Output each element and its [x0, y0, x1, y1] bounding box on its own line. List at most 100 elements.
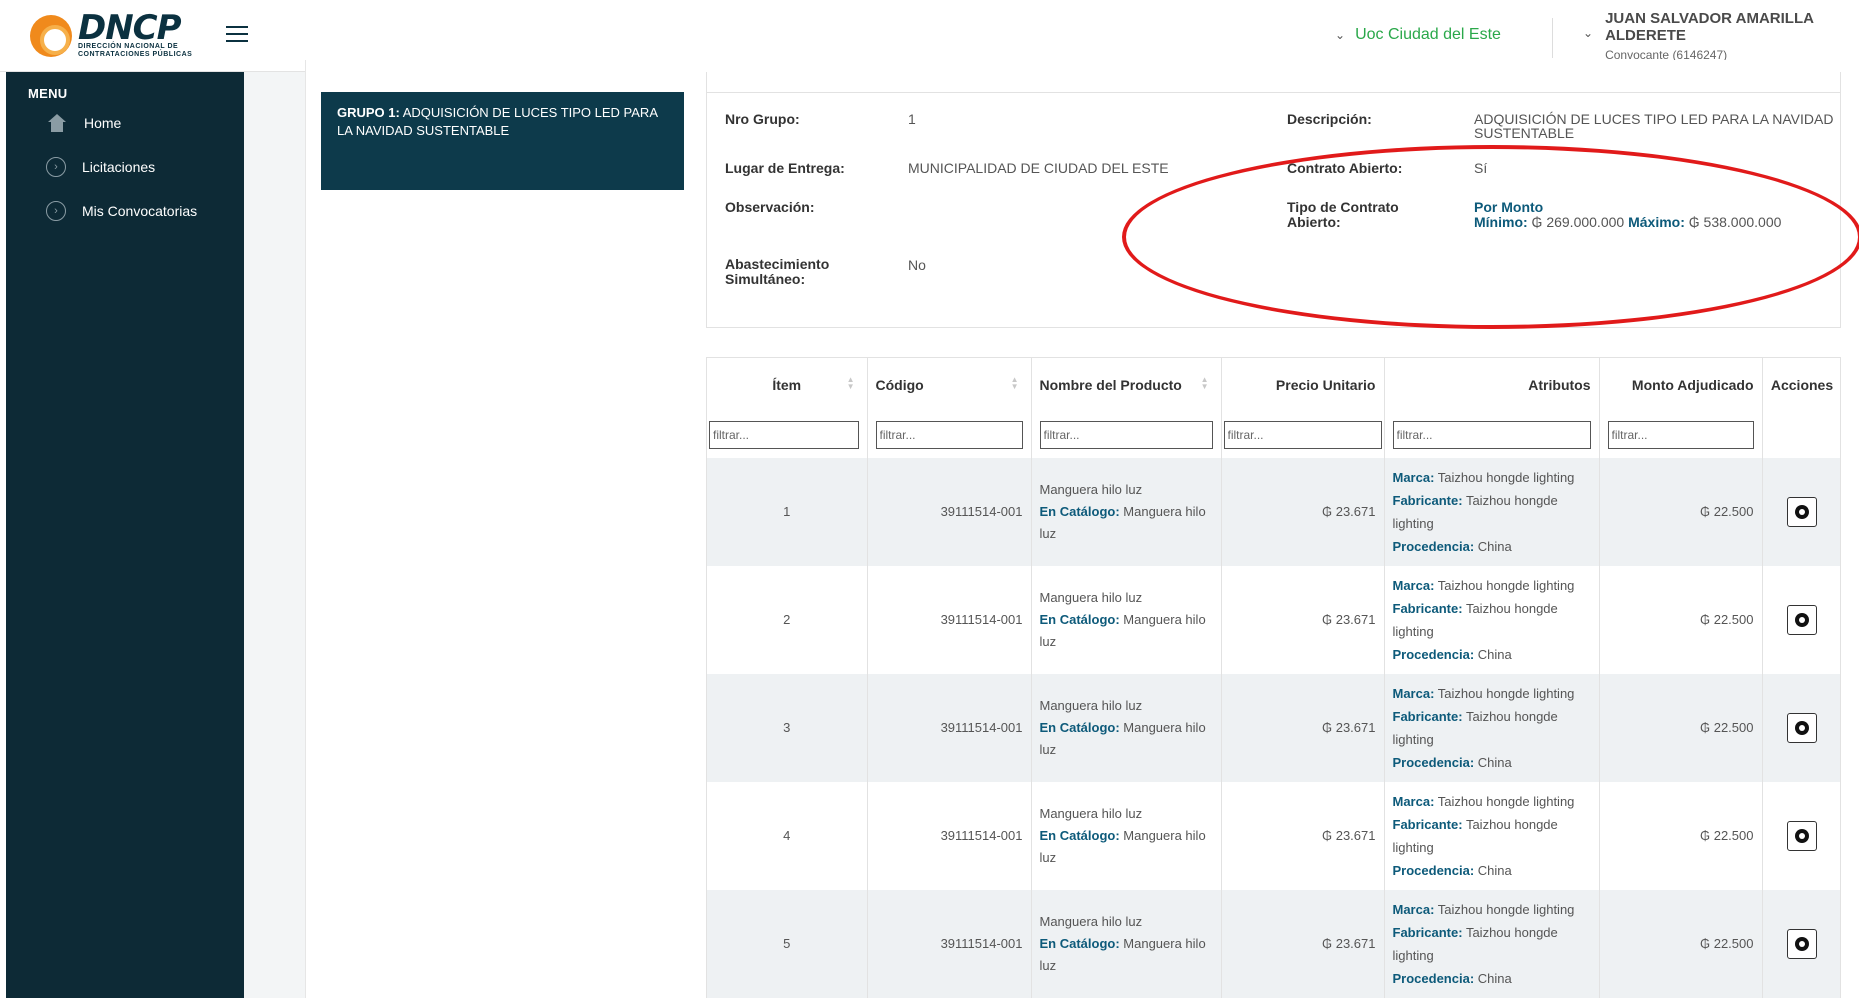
sidebar-item-licitaciones[interactable]: › Licitaciones [6, 145, 244, 189]
monto-range: Mínimo: ₲ 269.000.000 Máximo: ₲ 538.000.… [1474, 215, 1781, 229]
catalogo-label: En Catálogo: [1039, 503, 1120, 519]
sidebar-item-home[interactable]: Home [6, 101, 244, 145]
filter-atributos-input[interactable] [1392, 420, 1591, 449]
filter-row [707, 411, 1840, 458]
cell-codigo: 39111514-001 [867, 781, 1032, 890]
items-table: Ítem ▲ ▼ Código ▲ ▼ Nombre del Producto ▲ ▼ Pr… [707, 357, 1840, 998]
minimo-label: Mínimo: [1474, 214, 1528, 230]
column-header-atributos[interactable]: Atributos [1384, 357, 1600, 412]
procedencia-value: China [1474, 970, 1512, 986]
procedencia-value: China [1474, 646, 1512, 662]
product-name: Manguera hilo luz [1039, 481, 1143, 497]
user-menu[interactable]: ⌄ JUAN SALVADOR AMARILLA ALDERETE Convoc… [1583, 10, 1859, 62]
cell-atributos: Marca: Taizhou hongde lighting Fabricant… [1393, 574, 1591, 666]
sort-icon: ▲ ▼ [846, 375, 855, 391]
group-details-panel [706, 92, 1841, 328]
chevron-circle-icon: › [46, 157, 66, 177]
sidebar-item-label: Home [84, 115, 122, 131]
contrato-abierto-label: Contrato Abierto: [1287, 160, 1403, 176]
dncp-logo[interactable]: DNCP DIRECCIÓN NACIONAL DE CONTRATACIONE… [30, 10, 200, 62]
sidebar-item-label: Mis Convocatorias [82, 203, 198, 219]
catalogo-label: En Catálogo: [1039, 935, 1120, 951]
procedencia-value: China [1474, 862, 1512, 878]
cell-precio: ₲ 23.671 [1221, 673, 1385, 782]
column-header-monto[interactable]: Monto Adjudicado [1599, 357, 1763, 412]
catalogo-label: En Catálogo: [1039, 827, 1120, 843]
user-name: JUAN SALVADOR AMARILLA ALDERETE [1605, 10, 1814, 44]
filter-precio-input[interactable] [1223, 420, 1382, 449]
column-header-item[interactable]: Ítem ▲ ▼ [707, 357, 868, 412]
catalogo-label: En Catálogo: [1039, 719, 1120, 735]
abastecimiento-value: No [908, 257, 926, 273]
column-header-precio[interactable]: Precio Unitario [1221, 357, 1385, 412]
cell-item: 3 [707, 673, 868, 782]
header-divider [1552, 18, 1553, 58]
cell-atributos: Marca: Taizhou hongde lighting Fabricant… [1393, 682, 1591, 774]
marca-label: Marca: [1392, 901, 1435, 917]
cell-monto: ₲ 22.500 [1599, 781, 1763, 890]
tipo-contrato-label-line1: Tipo de Contrato [1287, 199, 1399, 215]
cell-item: 5 [707, 889, 868, 998]
menu-toggle-icon[interactable] [226, 26, 248, 42]
cell-precio: ₲ 23.671 [1221, 565, 1385, 674]
procedencia-label: Procedencia: [1392, 970, 1475, 986]
filter-monto-input[interactable] [1607, 420, 1754, 449]
cell-monto: ₲ 22.500 [1599, 565, 1763, 674]
marca-value: Taizhou hongde lighting [1434, 793, 1575, 809]
cell-item: 2 [707, 565, 868, 674]
group-card[interactable]: GRUPO 1: ADQUISICIÓN DE LUCES TIPO LED P… [321, 92, 684, 190]
column-header-acciones: Acciones [1762, 357, 1840, 412]
filter-nombre-input[interactable] [1039, 420, 1213, 449]
menu-title: MENU [28, 86, 68, 101]
procedencia-label: Procedencia: [1392, 754, 1475, 770]
descripcion-label: Descripción: [1287, 111, 1372, 127]
marca-value: Taizhou hongde lighting [1434, 685, 1575, 701]
abastecimiento-label-line2: Simultáneo: [725, 271, 806, 287]
observacion-label: Observación: [725, 199, 815, 215]
view-button[interactable] [1787, 820, 1817, 851]
procedencia-label: Procedencia: [1392, 862, 1475, 878]
table-row: 1 39111514-001 Manguera hilo luz En Catá… [707, 457, 1840, 566]
sidebar-item-mis-convocatorias[interactable]: › Mis Convocatorias [6, 189, 244, 233]
fabricante-label: Fabricante: [1392, 600, 1463, 616]
table-body: 1 39111514-001 Manguera hilo luz En Catá… [707, 457, 1840, 998]
cell-atributos: Marca: Taizhou hongde lighting Fabricant… [1393, 898, 1591, 990]
cell-nombre: Manguera hilo luz En Catálogo: Manguera … [1040, 803, 1213, 869]
fabricante-label: Fabricante: [1392, 924, 1463, 940]
contrato-abierto-value: Sí [1474, 160, 1488, 176]
sidebar: MENU Home › Licitaciones › Mis Convocato… [0, 72, 244, 998]
logo-subtitle-1: DIRECCIÓN NACIONAL DE [78, 43, 179, 50]
filter-item-input[interactable] [709, 420, 859, 449]
tipo-contrato-label-line2: Abierto: [1287, 214, 1341, 230]
logo-subtitle-2: CONTRATACIONES PÚBLICAS [78, 51, 193, 58]
cell-atributos: Marca: Taizhou hongde lighting Fabricant… [1393, 466, 1591, 558]
cell-codigo: 39111514-001 [867, 457, 1032, 566]
abastecimiento-label-line1: Abastecimiento [725, 256, 830, 272]
column-header-nombre[interactable]: Nombre del Producto ▲ ▼ [1031, 357, 1222, 412]
items-table-wrapper: Ítem ▲ ▼ Código ▲ ▼ Nombre del Producto ▲ ▼ Pr… [706, 357, 1841, 998]
chevron-circle-icon: › [46, 201, 66, 221]
cell-item: 1 [707, 457, 868, 566]
unit-selector[interactable]: ⌄ Uoc Ciudad del Este [1335, 26, 1501, 44]
minimo-value: ₲ 269.000.000 [1527, 214, 1629, 230]
logo-wordmark: DNCP [78, 8, 182, 48]
marca-label: Marca: [1392, 793, 1435, 809]
product-name: Manguera hilo luz [1039, 805, 1143, 821]
view-button[interactable] [1787, 712, 1817, 743]
cell-codigo: 39111514-001 [867, 673, 1032, 782]
descripcion-value-line1: ADQUISICIÓN DE LUCES TIPO LED PARA LA NA… [1474, 111, 1834, 127]
unit-selector-label: Uoc Ciudad del Este [1355, 26, 1501, 43]
view-button[interactable] [1787, 928, 1817, 959]
eye-icon [1795, 828, 1809, 843]
group-prefix: GRUPO 1: [337, 105, 400, 120]
tipo-contrato-value: Por Monto [1474, 199, 1544, 215]
view-button[interactable] [1787, 604, 1817, 635]
marca-value: Taizhou hongde lighting [1434, 469, 1575, 485]
column-header-codigo[interactable]: Código ▲ ▼ [867, 357, 1032, 412]
eye-icon [1795, 612, 1809, 627]
eye-icon [1795, 504, 1809, 519]
filter-codigo-input[interactable] [875, 420, 1023, 449]
view-button[interactable] [1787, 496, 1817, 527]
logo-mark-icon [30, 15, 72, 57]
eye-icon [1795, 936, 1809, 951]
